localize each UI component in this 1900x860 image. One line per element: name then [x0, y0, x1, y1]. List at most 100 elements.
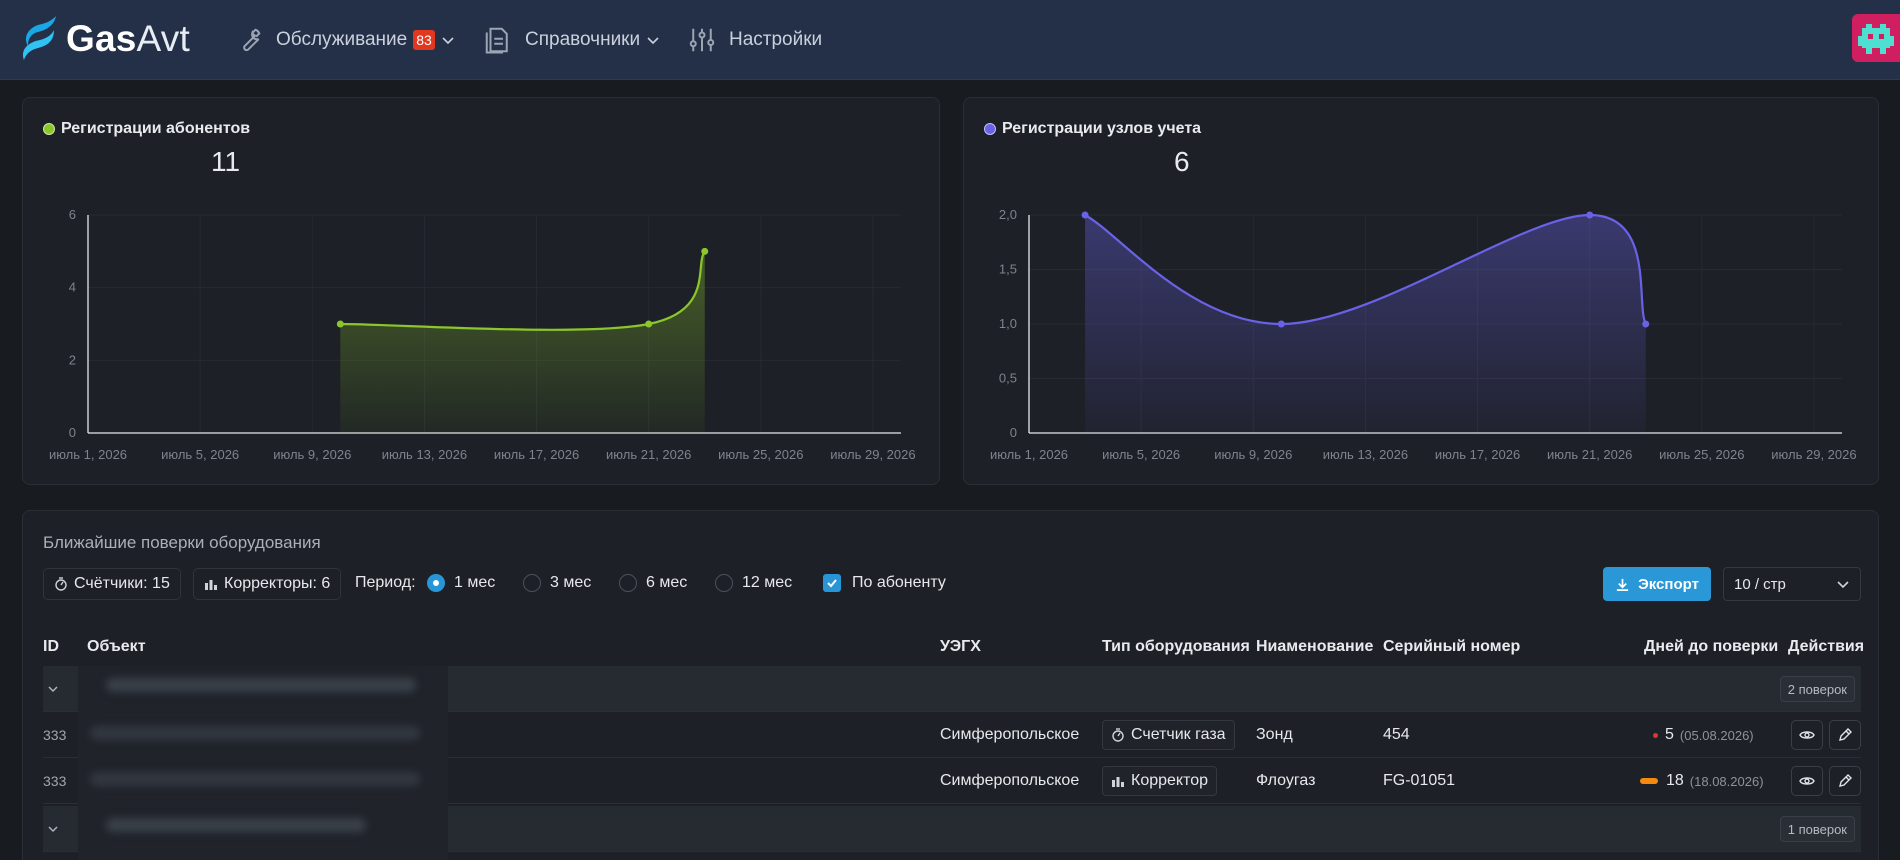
documents-icon — [485, 27, 508, 54]
x-tick-label: июль 17, 2026 — [494, 447, 579, 462]
radio-circle[interactable] — [427, 574, 445, 592]
data-point — [336, 320, 344, 328]
redacted-text — [106, 678, 416, 692]
redacted-text — [90, 726, 420, 740]
x-tick-label: июль 21, 2026 — [1547, 447, 1632, 462]
col-header-actions: Действия — [1788, 638, 1865, 655]
checkbox-label: По абоненту — [852, 574, 946, 591]
days-value: 18 — [1666, 772, 1684, 789]
by-subscriber-checkbox[interactable]: По абоненту — [823, 574, 946, 592]
redacted-object-column — [78, 666, 448, 860]
cell-uegh: Симферопольское — [940, 772, 1080, 789]
edit-button[interactable] — [1829, 720, 1861, 750]
status-orange-bar — [1640, 778, 1658, 784]
radio-circle[interactable] — [523, 574, 541, 592]
x-tick-label: июль 5, 2026 — [1102, 447, 1180, 462]
cell-serial: FG-01051 — [1383, 772, 1456, 789]
equipment-type-tag: Счетчик газа — [1102, 720, 1235, 750]
cell-type: Счетчик газа — [1102, 712, 1235, 758]
check-date: (05.08.2026) — [1679, 727, 1754, 743]
chevron-down-icon[interactable] — [47, 823, 59, 835]
export-button[interactable]: Экспорт — [1603, 567, 1711, 601]
x-tick-label: июль 13, 2026 — [382, 447, 467, 462]
redacted-text — [106, 818, 366, 832]
period-radio-1m[interactable]: 1 мес — [427, 574, 495, 592]
checkbox-box[interactable] — [823, 574, 841, 592]
chevron-down-icon[interactable] — [47, 683, 59, 695]
equipment-type-tag: Корректор — [1102, 766, 1218, 796]
data-point — [1081, 211, 1089, 219]
x-tick-label: июль 1, 2026 — [49, 447, 127, 462]
bar-chart-icon — [205, 580, 217, 590]
chevron-down-icon — [442, 37, 454, 45]
cell-uegh: Симферопольское — [940, 726, 1080, 743]
app-logo[interactable]: GasAvt — [20, 14, 190, 64]
nav-settings[interactable]: Настройки — [687, 0, 822, 80]
nav-references-label: Справочники — [525, 29, 641, 50]
verification-table-card: Ближайшие поверки оборудования Счётчики:… — [22, 510, 1879, 860]
gas-meter-icon — [55, 577, 67, 591]
sliders-icon — [689, 28, 715, 52]
user-avatar[interactable] — [1852, 14, 1900, 62]
data-point — [701, 247, 709, 255]
nav-maintenance[interactable]: Обслуживание 83 — [234, 0, 455, 80]
gas-meter-icon — [1112, 728, 1124, 742]
wrench-icon — [243, 28, 261, 52]
col-header-id[interactable]: ID — [43, 638, 59, 656]
pencil-icon — [1839, 774, 1852, 787]
cell-serial: 454 — [1383, 726, 1410, 743]
radio-label: 6 мес — [646, 574, 688, 591]
y-tick-label: 0 — [1010, 425, 1017, 440]
series-line — [340, 250, 706, 331]
equipment-type-text: Корректор — [1131, 772, 1209, 789]
bar-chart-icon — [1112, 777, 1124, 787]
x-tick-label: июль 25, 2026 — [718, 447, 803, 462]
y-tick-label: 6 — [69, 207, 76, 222]
correctors-count-chip: Корректоры: 6 — [193, 568, 342, 600]
nav-references[interactable]: Справочники — [483, 0, 660, 80]
col-header-serial[interactable]: Серийный номер — [1383, 638, 1520, 656]
radio-circle[interactable] — [619, 574, 637, 592]
cell-id: 333 — [43, 773, 67, 789]
col-header-uegh[interactable]: УЭГХ — [940, 638, 981, 656]
y-tick-label: 4 — [69, 280, 76, 295]
view-button[interactable] — [1791, 766, 1823, 796]
period-radio-3m[interactable]: 3 мес — [523, 574, 591, 592]
flame-logo-icon — [22, 16, 56, 60]
pencil-icon — [1839, 728, 1852, 741]
group-count-tag: 1 поверок — [1779, 816, 1855, 842]
x-tick-label: июль 29, 2026 — [1771, 447, 1856, 462]
page-size-value: 10 / стр — [1734, 575, 1786, 593]
radio-label: 12 мес — [742, 574, 793, 591]
data-point — [645, 320, 653, 328]
section-title: Ближайшие поверки оборудования — [43, 533, 321, 552]
col-header-name[interactable]: Ниаменование — [1256, 638, 1373, 656]
check-date: (18.08.2026) — [1689, 773, 1764, 789]
col-header-equipment-type[interactable]: Тип оборудования — [1102, 638, 1250, 656]
line-chart-meter-nodes: 0 0,5 1,0 1,5 2,0 июль 1, 2026 июль 5, 2026 июл… — [990, 207, 1857, 462]
data-point — [1642, 320, 1650, 328]
col-header-days-to-check[interactable]: Дней до поверки — [1644, 638, 1778, 656]
page-size-select[interactable]: 10 / стр — [1723, 567, 1861, 601]
radio-circle[interactable] — [715, 574, 733, 592]
col-header-object[interactable]: Объект — [87, 638, 146, 656]
radio-label: 3 мес — [550, 574, 592, 591]
x-tick-label: июль 29, 2026 — [830, 447, 915, 462]
chevron-down-icon — [1837, 581, 1849, 589]
view-button[interactable] — [1791, 720, 1823, 750]
edit-button[interactable] — [1829, 766, 1861, 796]
data-point — [1277, 320, 1285, 328]
cell-days: 5 (05.08.2026) — [1653, 712, 1754, 758]
eye-icon — [1799, 731, 1815, 739]
correctors-count-text: Корректоры: 6 — [224, 575, 331, 592]
cell-id: 333 — [43, 727, 67, 743]
period-label: Период: — [355, 574, 416, 591]
series-area — [340, 251, 705, 433]
days-value: 5 — [1665, 726, 1674, 743]
cell-type: Корректор — [1102, 758, 1218, 804]
cell-name: Флоугаз — [1256, 772, 1316, 789]
period-radio-6m[interactable]: 6 мес — [619, 574, 687, 592]
period-radio-12m[interactable]: 12 мес — [715, 574, 792, 592]
y-tick-label: 0,5 — [999, 371, 1017, 386]
chart-card-subscribers: Регистрации абонентов 11 0 2 4 6 июль 1, 202… — [22, 97, 940, 485]
